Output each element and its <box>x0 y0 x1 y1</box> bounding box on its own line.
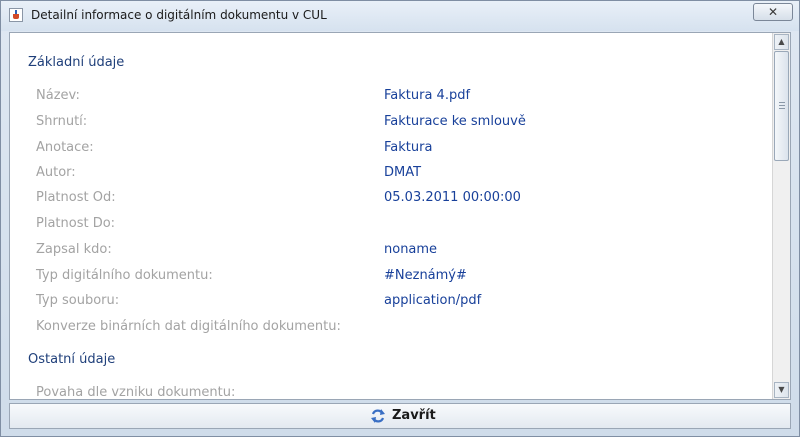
detail-label: Shrnutí: <box>36 114 88 129</box>
title-bar[interactable]: Detailní informace o digitálním dokument… <box>1 1 799 31</box>
arrow-up-icon: ▲ <box>778 37 785 46</box>
arrow-down-icon: ▼ <box>778 385 785 394</box>
detail-label: Konverze binárních dat digitálního dokum… <box>36 319 341 334</box>
scroll-down-button[interactable]: ▼ <box>774 382 789 398</box>
detail-row-written-by: Zapsal kdo: noname <box>36 242 766 262</box>
grip-line <box>779 102 785 103</box>
scroll-thumb[interactable] <box>774 51 789 161</box>
detail-label: Název: <box>36 88 80 103</box>
detail-row-file-type: Typ souboru: application/pdf <box>36 293 766 313</box>
close-button-label: Zavřít <box>392 408 436 423</box>
detail-label: Zapsal kdo: <box>36 242 112 257</box>
detail-label: Platnost Od: <box>36 190 116 205</box>
java-app-icon <box>9 8 23 22</box>
section-title-basic: Základní údaje <box>28 55 125 70</box>
detail-row-annotation: Anotace: Faktura <box>36 140 766 160</box>
detail-value: noname <box>384 242 438 257</box>
button-bar: Zavřít <box>9 403 791 429</box>
detail-label: Anotace: <box>36 140 94 155</box>
detail-value: #Neznámý# <box>384 268 467 283</box>
detail-row-origin-nature: Povaha dle vzniku dokumentu: <box>36 385 766 400</box>
detail-row-name: Název: Faktura 4.pdf <box>36 88 766 108</box>
detail-row-valid-to: Platnost Do: <box>36 216 766 236</box>
section-title-other: Ostatní údaje <box>28 352 116 367</box>
detail-row-doc-type: Typ digitálního dokumentu: #Neznámý# <box>36 268 766 288</box>
detail-row-conversion: Konverze binárních dat digitálního dokum… <box>36 319 766 339</box>
window-close-button[interactable]: ✕ <box>753 3 793 21</box>
detail-row-valid-from: Platnost Od: 05.03.2011 00:00:00 <box>36 190 766 210</box>
detail-value: Fakturace ke smlouvě <box>384 114 526 129</box>
vertical-scrollbar[interactable]: ▲ ▼ <box>772 33 790 399</box>
detail-value: Faktura 4.pdf <box>384 88 471 103</box>
detail-label: Typ digitálního dokumentu: <box>36 268 213 283</box>
detail-value: Faktura <box>384 140 433 155</box>
grip-line <box>779 105 785 106</box>
detail-value: DMAT <box>384 165 422 180</box>
detail-row-author: Autor: DMAT <box>36 165 766 185</box>
detail-row-summary: Shrnutí: Fakturace ke smlouvě <box>36 114 766 134</box>
window-title: Detailní informace o digitálním dokument… <box>31 8 327 22</box>
detail-label: Platnost Do: <box>36 216 116 231</box>
refresh-arrows-icon <box>371 409 385 423</box>
java-cup-shape <box>13 14 19 19</box>
dialog-window: Detailní informace o digitálním dokument… <box>0 0 800 437</box>
scroll-up-button[interactable]: ▲ <box>774 34 789 50</box>
detail-label: Autor: <box>36 165 76 180</box>
details-panel: Základní údaje Název: Faktura 4.pdf Shrn… <box>9 32 791 400</box>
detail-label: Typ souboru: <box>36 293 120 308</box>
detail-label: Povaha dle vzniku dokumentu: <box>36 385 236 400</box>
close-icon: ✕ <box>767 5 779 19</box>
detail-value: 05.03.2011 00:00:00 <box>384 190 521 205</box>
grip-line <box>779 108 785 109</box>
detail-value: application/pdf <box>384 293 482 308</box>
